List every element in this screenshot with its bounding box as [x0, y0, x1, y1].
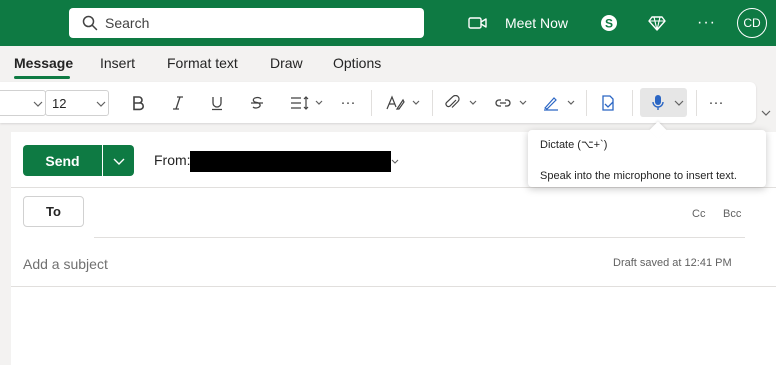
chevron-down-icon[interactable] — [672, 82, 686, 123]
toolbar-divider — [586, 90, 587, 116]
italic-icon[interactable] — [166, 82, 190, 123]
font-size-select[interactable]: 12 — [45, 90, 109, 116]
app-header: Search Meet Now S ··· CD — [0, 0, 776, 46]
bcc-button[interactable]: Bcc — [723, 208, 741, 220]
more-icon[interactable]: ··· — [704, 82, 728, 123]
tab-format-text[interactable]: Format text — [167, 55, 238, 71]
video-icon[interactable] — [468, 0, 488, 46]
divider — [11, 187, 776, 188]
toolbar-divider — [632, 90, 633, 116]
line-spacing-icon[interactable] — [286, 82, 326, 123]
tab-options[interactable]: Options — [333, 55, 381, 71]
chevron-down-icon — [33, 101, 43, 107]
send-button[interactable]: Send — [23, 145, 102, 176]
microphone-icon[interactable] — [648, 82, 668, 123]
chevron-down-icon — [96, 101, 106, 107]
skype-icon[interactable]: S — [600, 0, 618, 46]
search-placeholder: Search — [105, 15, 150, 31]
subject-input[interactable]: Add a subject — [23, 256, 108, 272]
search-box[interactable]: Search — [69, 8, 424, 38]
tooltip-description: Speak into the microphone to insert text… — [540, 170, 737, 182]
tab-insert[interactable]: Insert — [100, 55, 135, 71]
ribbon-toolbar: 12 ··· ··· — [0, 82, 756, 123]
cc-button[interactable]: Cc — [692, 208, 705, 220]
signature-icon[interactable] — [541, 82, 579, 123]
from-address-redacted — [190, 151, 391, 172]
divider — [94, 237, 745, 238]
svg-text:S: S — [605, 17, 613, 31]
expand-icon[interactable] — [761, 108, 771, 118]
meet-now-button[interactable]: Meet Now — [505, 0, 568, 46]
tooltip-title: Dictate (⌥+`) — [540, 139, 608, 151]
search-icon — [82, 15, 98, 31]
underline-icon[interactable] — [205, 82, 229, 123]
bold-icon[interactable] — [126, 82, 150, 123]
from-label: From: — [154, 152, 191, 168]
toolbar-divider — [696, 90, 697, 116]
active-tab-indicator — [14, 76, 70, 79]
link-icon[interactable] — [493, 82, 531, 123]
avatar[interactable]: CD — [737, 8, 767, 38]
toolbar-divider — [371, 90, 372, 116]
toolbar-divider — [432, 90, 433, 116]
send-options-button[interactable] — [103, 145, 134, 176]
tab-draw[interactable]: Draw — [270, 55, 303, 71]
font-family-select[interactable] — [0, 90, 46, 116]
draft-status: Draft saved at 12:41 PM — [613, 257, 732, 269]
premium-diamond-icon[interactable] — [648, 0, 666, 46]
styles-icon[interactable] — [383, 82, 423, 123]
chevron-down-icon — [113, 158, 124, 165]
message-body[interactable] — [11, 287, 776, 365]
ribbon-tabs: Message Insert Format text Draw Options — [0, 46, 776, 80]
to-button[interactable]: To — [23, 196, 84, 227]
more-icon[interactable]: ··· — [336, 82, 360, 123]
tab-message[interactable]: Message — [14, 55, 73, 71]
chevron-down-icon[interactable] — [391, 158, 399, 166]
strikethrough-icon[interactable] — [245, 82, 269, 123]
sensitivity-icon[interactable] — [596, 82, 620, 123]
attach-icon[interactable] — [443, 82, 481, 123]
more-icon[interactable]: ··· — [697, 0, 716, 46]
font-size-value: 12 — [52, 95, 67, 111]
